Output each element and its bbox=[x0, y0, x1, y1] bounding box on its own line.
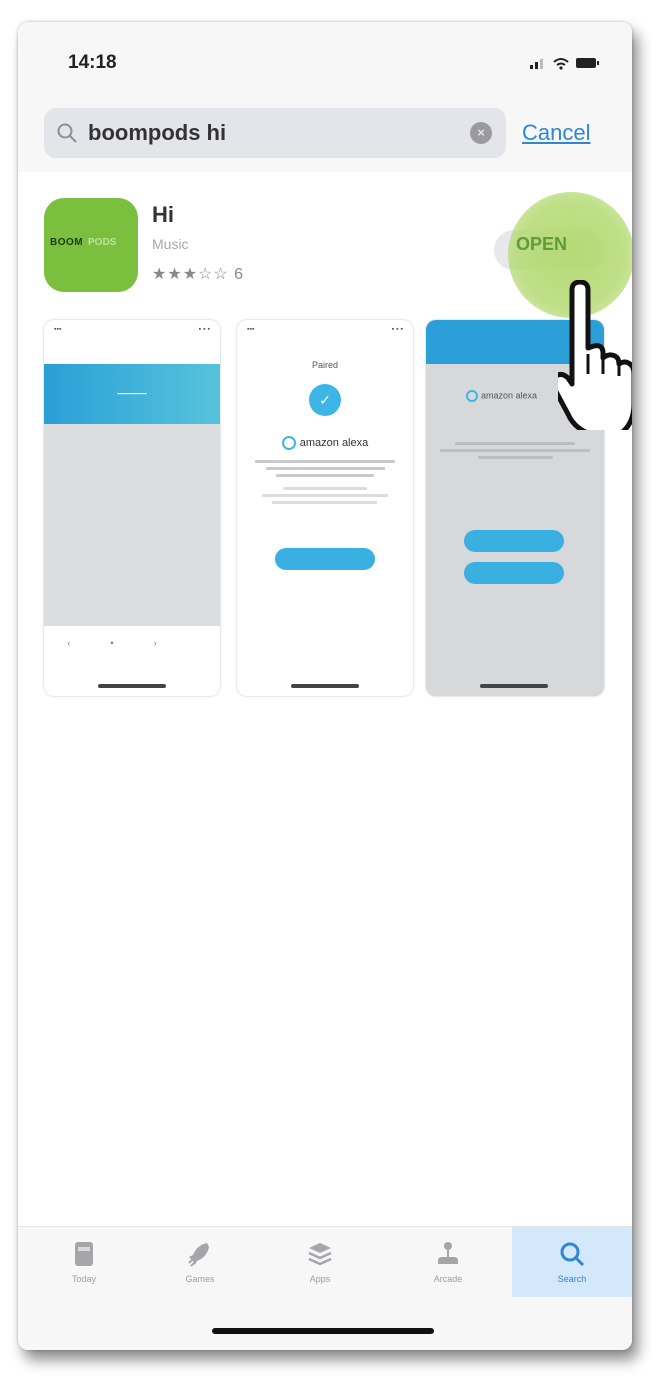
pointing-hand-icon bbox=[558, 280, 632, 430]
app-rating: ★★★☆☆ 6 bbox=[152, 264, 244, 284]
rating-stars: ★★★☆☆ bbox=[152, 266, 229, 283]
search-icon bbox=[57, 123, 77, 143]
banner-text: ━━━━━━━ bbox=[117, 391, 147, 398]
screenshot-content-area bbox=[44, 420, 220, 626]
screenshot-home-bar bbox=[480, 684, 548, 688]
screenshot-body-text bbox=[255, 460, 395, 508]
app-screenshot-1[interactable]: ▪▪▪ ▪ ▪ ▪ ━━━━━━━ ‹•› bbox=[44, 320, 220, 696]
mini-status-time: ▪▪▪ bbox=[247, 326, 255, 333]
mini-status-time: ▪▪▪ bbox=[54, 326, 62, 333]
status-icons bbox=[530, 58, 599, 70]
search-field[interactable]: boompods hi × bbox=[44, 108, 506, 158]
alexa-logo: amazon alexa bbox=[466, 390, 537, 402]
cancel-button[interactable]: Cancel bbox=[522, 120, 590, 146]
joystick-icon bbox=[438, 1242, 458, 1264]
phone-screen: 14:18 boompods hi × Cancel BOOM PODS Hi … bbox=[18, 22, 632, 1350]
screenshot-title: Paired bbox=[311, 360, 338, 370]
tab-label: Games bbox=[185, 1274, 215, 1284]
screenshot-button bbox=[275, 548, 375, 570]
alexa-text: amazon alexa bbox=[299, 436, 369, 449]
check-circle-icon: ✓ bbox=[309, 384, 341, 416]
open-button[interactable]: OPEN bbox=[516, 234, 567, 255]
app-icon-brand-light: PODS bbox=[88, 237, 117, 248]
tab-label: Search bbox=[557, 1274, 587, 1284]
alexa-text: amazon alexa bbox=[481, 390, 538, 401]
mini-status-icons: ▪ ▪ ▪ bbox=[198, 326, 210, 333]
app-screenshot-2[interactable]: ▪▪▪ ▪ ▪ ▪ Paired ✓ amazon alexa bbox=[237, 320, 413, 696]
screenshot-banner: ━━━━━━━ bbox=[44, 364, 220, 424]
app-category: Music bbox=[152, 236, 189, 252]
alexa-logo: amazon alexa bbox=[237, 436, 413, 450]
app-icon[interactable]: BOOM PODS bbox=[44, 198, 138, 292]
screenshot-home-bar bbox=[98, 684, 166, 688]
app-icon-brand-dark: BOOM bbox=[50, 237, 84, 248]
clear-search-icon[interactable]: × bbox=[470, 122, 492, 144]
today-icon bbox=[75, 1242, 93, 1266]
apps-layers-icon bbox=[308, 1243, 332, 1266]
status-time: 14:18 bbox=[68, 52, 117, 73]
screenshot-body-text bbox=[440, 442, 590, 463]
app-name[interactable]: Hi bbox=[152, 202, 174, 228]
search-icon bbox=[560, 1242, 585, 1267]
screenshot-home-bar bbox=[291, 684, 359, 688]
screenshot-button-1 bbox=[464, 530, 564, 552]
tab-arcade[interactable]: Arcade bbox=[400, 1227, 496, 1297]
home-indicator[interactable] bbox=[212, 1328, 434, 1334]
search-query-text[interactable]: boompods hi bbox=[88, 120, 226, 146]
tab-search[interactable]: Search bbox=[512, 1227, 632, 1297]
tab-games[interactable]: Games bbox=[152, 1227, 248, 1297]
screenshot-nav-icons: ‹•› bbox=[67, 638, 197, 648]
tab-today[interactable]: Today bbox=[36, 1227, 132, 1297]
rocket-icon bbox=[188, 1243, 209, 1267]
screenshot-button-2 bbox=[464, 562, 564, 584]
tab-label: Today bbox=[71, 1274, 97, 1284]
rating-count: 6 bbox=[234, 266, 245, 283]
tab-label: Apps bbox=[309, 1274, 331, 1284]
mini-status-icons: ▪ ▪ ▪ bbox=[391, 326, 403, 333]
tab-label: Arcade bbox=[433, 1274, 463, 1284]
tab-apps[interactable]: Apps bbox=[272, 1227, 368, 1297]
